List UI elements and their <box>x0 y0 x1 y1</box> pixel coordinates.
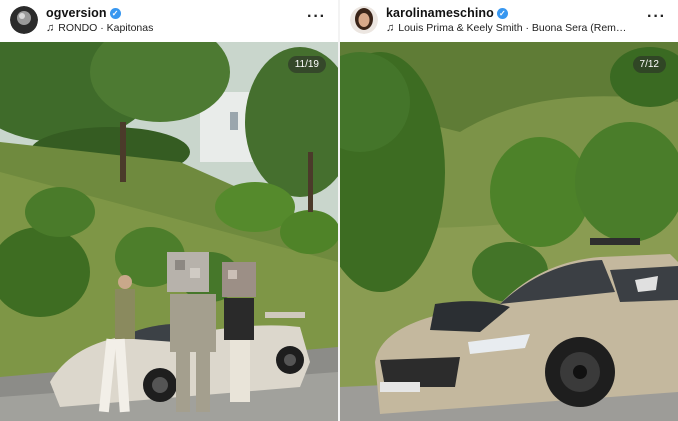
post-left: ogversion ✓ ♫ RONDO · Kapitonas ··· 11/1… <box>0 0 338 421</box>
avatar[interactable] <box>350 6 378 34</box>
carousel-counter: 11/19 <box>287 56 326 73</box>
music-text[interactable]: Louis Prima & Keely Smith · Buona Sera (… <box>398 22 626 34</box>
carousel-counter: 7/12 <box>632 56 666 73</box>
post-image[interactable]: 11/19 <box>0 42 338 421</box>
verified-badge-icon: ✓ <box>109 8 121 19</box>
verified-badge-icon: ✓ <box>496 8 508 19</box>
instagram-posts-comparison: ogversion ✓ ♫ RONDO · Kapitonas ··· 11/1… <box>0 0 678 421</box>
photo-scene <box>340 42 678 421</box>
music-note-icon: ♫ <box>46 22 55 34</box>
photo-scene <box>0 42 338 421</box>
music-note-icon: ♫ <box>386 22 395 34</box>
username[interactable]: karolinameschino ✓ <box>386 6 508 20</box>
post-header: karolinameschino ✓ ♫ Louis Prima & Keely S… <box>340 0 678 42</box>
post-image[interactable]: 7/12 <box>340 42 678 421</box>
username-text[interactable]: ogversion <box>46 6 107 20</box>
username-text[interactable]: karolinameschino <box>386 6 494 20</box>
username[interactable]: ogversion ✓ <box>46 6 121 20</box>
music-info[interactable]: ♫ RONDO · Kapitonas <box>46 22 153 34</box>
music-text[interactable]: RONDO · Kapitonas <box>58 22 153 34</box>
post-right: karolinameschino ✓ ♫ Louis Prima & Keely S… <box>340 0 678 421</box>
post-header: ogversion ✓ ♫ RONDO · Kapitonas ··· <box>0 0 338 42</box>
avatar[interactable] <box>10 6 38 34</box>
more-options-icon[interactable]: ··· <box>307 8 326 26</box>
music-info[interactable]: ♫ Louis Prima & Keely Smith · Buona Sera … <box>386 22 626 34</box>
more-options-icon[interactable]: ··· <box>647 8 666 26</box>
